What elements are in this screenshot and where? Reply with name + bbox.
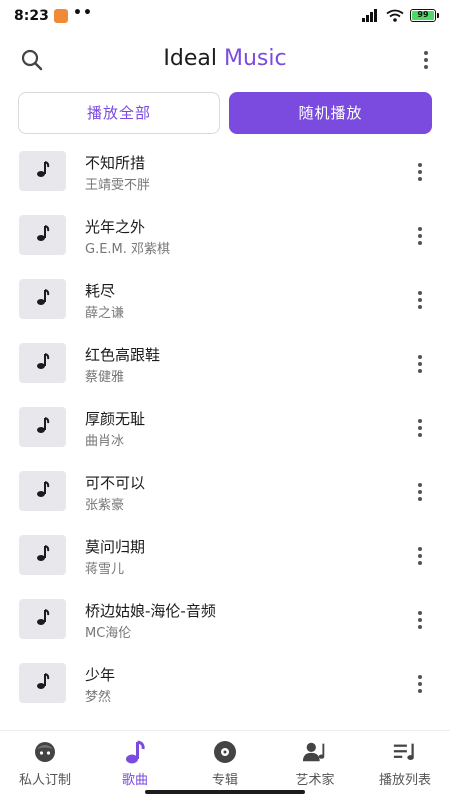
song-row[interactable]: 桥边姑娘-海伦-音频 MC海伦 bbox=[0, 588, 450, 652]
song-more-icon[interactable] bbox=[412, 352, 428, 376]
more-options-icon[interactable] bbox=[418, 46, 434, 74]
album-cover-placeholder bbox=[19, 471, 66, 511]
music-note-icon bbox=[36, 288, 50, 310]
song-row[interactable]: 红色高跟鞋 蔡健雅 bbox=[0, 332, 450, 396]
song-more-icon[interactable] bbox=[412, 544, 428, 568]
song-artist: 张紫豪 bbox=[85, 498, 125, 513]
cellular-signal-icon bbox=[362, 9, 380, 22]
wifi-icon bbox=[386, 9, 404, 22]
battery-level: 99 bbox=[412, 11, 434, 20]
nav-tab-label: 艺术家 bbox=[295, 773, 335, 788]
song-row[interactable]: 可不可以 张紫豪 bbox=[0, 460, 450, 524]
nav-tab-0[interactable]: 私人订制 bbox=[0, 731, 90, 800]
nav-tab-label: 歌曲 bbox=[121, 773, 148, 788]
music-note-icon bbox=[36, 352, 50, 374]
song-title: 桥边姑娘-海伦-音频 bbox=[85, 602, 216, 620]
status-time: 8:23 bbox=[14, 8, 49, 24]
song-row[interactable]: 光年之外 G.E.M. 邓紫棋 bbox=[0, 204, 450, 268]
music-note-icon bbox=[36, 672, 50, 694]
play-all-button[interactable]: 播放全部 bbox=[18, 92, 220, 134]
song-row[interactable]: 耗尽 薛之谦 bbox=[0, 268, 450, 332]
song-title: 不知所措 bbox=[85, 154, 146, 172]
song-row[interactable]: 不知所措 王靖雯不胖 bbox=[0, 140, 450, 204]
song-list[interactable]: 不知所措王靖雯不胖光年之外 G.E.M. 邓紫棋 耗尽薛之谦红色高跟鞋蔡健雅厚颜无耻… bbox=[0, 140, 450, 730]
song-more-icon[interactable] bbox=[412, 224, 428, 248]
song-title: 可不可以 bbox=[85, 474, 146, 492]
playlist-icon bbox=[392, 739, 418, 765]
music-note-icon bbox=[36, 608, 50, 630]
status-bar: 8:23 •• 99 bbox=[0, 0, 450, 34]
music-note-icon bbox=[36, 544, 50, 566]
song-more-icon[interactable] bbox=[412, 672, 428, 696]
artist-icon bbox=[302, 739, 328, 765]
song-more-icon[interactable] bbox=[412, 160, 428, 184]
music-note-icon bbox=[36, 480, 50, 502]
status-more-dots: •• bbox=[73, 5, 93, 21]
song-title: 少年 bbox=[85, 666, 116, 684]
song-more-icon[interactable] bbox=[412, 608, 428, 632]
song-artist: 蒋雪儿 bbox=[85, 562, 125, 577]
album-cover-placeholder bbox=[19, 407, 66, 447]
album-cover-placeholder bbox=[19, 535, 66, 575]
song-more-icon[interactable] bbox=[412, 288, 428, 312]
nav-tab-label: 私人订制 bbox=[18, 773, 71, 788]
song-artist: 曲肖冰 bbox=[85, 434, 125, 449]
song-artist: G.E.M. 邓紫棋 bbox=[85, 242, 171, 257]
album-cover-placeholder bbox=[19, 215, 66, 255]
song-artist: 薛之谦 bbox=[85, 306, 125, 321]
status-indicators: 99 bbox=[362, 9, 439, 22]
song-title: 耗尽 bbox=[85, 282, 116, 300]
song-artist: 蔡健雅 bbox=[85, 370, 125, 385]
music-note-icon bbox=[36, 160, 50, 182]
song-title: 厚颜无耻 bbox=[85, 410, 146, 428]
song-row[interactable]: 少年 梦然 bbox=[0, 652, 450, 716]
music-note-icon bbox=[36, 224, 50, 246]
home-indicator[interactable] bbox=[145, 790, 305, 794]
song-title: 光年之外 bbox=[85, 218, 146, 236]
song-artist: MC海伦 bbox=[85, 626, 132, 641]
song-artist: 王靖雯不胖 bbox=[85, 178, 151, 193]
song-row[interactable]: 厚颜无耻 曲肖冰 bbox=[0, 396, 450, 460]
app-title-ideal: Ideal bbox=[163, 46, 217, 71]
battery-icon: 99 bbox=[410, 9, 439, 22]
music-note-icon bbox=[122, 739, 148, 765]
album-cover-placeholder bbox=[19, 663, 66, 703]
song-title: 红色高跟鞋 bbox=[85, 346, 161, 364]
nav-tab-label: 播放列表 bbox=[378, 773, 431, 788]
nav-tab-label: 专辑 bbox=[211, 773, 238, 788]
song-more-icon[interactable] bbox=[412, 416, 428, 440]
album-cover-placeholder bbox=[19, 279, 66, 319]
notification-app-icon bbox=[54, 9, 68, 23]
album-cover-placeholder bbox=[19, 151, 66, 191]
song-row[interactable]: 莫问归期 蒋雪儿 bbox=[0, 524, 450, 588]
album-cover-placeholder bbox=[19, 343, 66, 383]
app-title: Ideal Music bbox=[0, 46, 450, 71]
app-header: Ideal Music bbox=[0, 36, 450, 84]
music-note-icon bbox=[36, 416, 50, 438]
app-title-music: Music bbox=[223, 46, 287, 71]
shuffle-play-button[interactable]: 随机播放 bbox=[229, 92, 432, 134]
disc-icon bbox=[212, 739, 238, 765]
song-title: 莫问归期 bbox=[85, 538, 146, 556]
album-cover-placeholder bbox=[19, 599, 66, 639]
face-icon bbox=[32, 739, 58, 765]
nav-tab-4[interactable]: 播放列表 bbox=[360, 731, 450, 800]
song-more-icon[interactable] bbox=[412, 480, 428, 504]
song-artist: 梦然 bbox=[85, 690, 112, 705]
